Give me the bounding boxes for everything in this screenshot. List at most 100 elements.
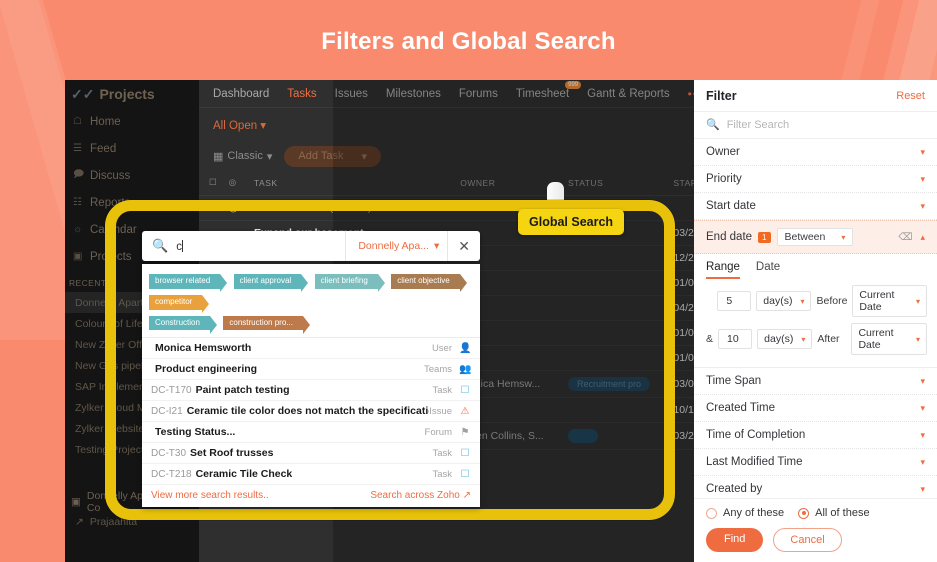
column-status[interactable]: STATUS [568, 170, 673, 196]
text-caret [182, 240, 183, 252]
tab-issues[interactable]: Issues [335, 88, 368, 100]
tab-range[interactable]: Range [706, 261, 740, 279]
result-title: Product engineering [155, 363, 424, 375]
search-result-item[interactable]: DC-T218 Ceramic Tile Check Task ☐ [142, 464, 480, 485]
range-unit-2[interactable]: day(s) ▾ [757, 329, 812, 349]
task-status [568, 271, 673, 296]
view-filter-dropdown[interactable]: All Open ▾ [213, 118, 266, 132]
chevron-down-icon: ▾ [920, 484, 925, 495]
filter-section-label: End date [706, 231, 752, 243]
search-result-item[interactable]: DC-T30 Set Roof trusses Task ☐ [142, 443, 480, 464]
sidebar-item-reports[interactable]: ☷ Reports [65, 189, 199, 216]
brand-label: Projects [99, 86, 154, 102]
filter-section-created-time[interactable]: Created Time ▾ [694, 395, 937, 422]
teams-icon: 👥 [459, 364, 471, 375]
sidebar-item-label: Calendar [90, 224, 137, 236]
sidebar-item-feed[interactable]: ☰ Feed [65, 135, 199, 162]
group-tag: (External) [330, 203, 371, 214]
tab-tasks[interactable]: Tasks [287, 88, 316, 100]
tag-label: client briefing [321, 276, 368, 285]
range-amount-2[interactable]: 10 [718, 329, 752, 349]
search-result-item[interactable]: Product engineering Teams 👥 [142, 359, 480, 380]
result-type: Task [432, 448, 452, 459]
result-id: DC-T30 [151, 448, 186, 459]
tab-date[interactable]: Date [756, 261, 780, 279]
tag-label: Construction [155, 318, 200, 327]
tab-dashboard[interactable]: Dashboard [213, 88, 269, 100]
status-filter-icon[interactable]: ◎ [229, 170, 254, 196]
group-toggle-icon[interactable]: ◎ [229, 196, 254, 221]
tab-gantt-reports[interactable]: Gantt & Reports [587, 88, 669, 100]
filter-section-time-span[interactable]: Time Span ▾ [694, 368, 937, 395]
sidebar-item-discuss[interactable]: 🗩 Discuss [65, 162, 199, 189]
search-result-item[interactable]: DC-I21 Ceramic tile color does not match… [142, 401, 480, 422]
task-status [568, 296, 673, 321]
issue-icon: ⚠ [459, 406, 471, 417]
grid-icon: ▦ [213, 150, 223, 163]
search-across-zoho-link[interactable]: Search across Zoho ↗ [370, 490, 471, 501]
filter-section-label: Created Time [706, 402, 775, 414]
view-more-results-link[interactable]: View more search results.. [151, 490, 269, 501]
filter-section-time-of-completion[interactable]: Time of Completion ▾ [694, 422, 937, 449]
filter-panel-title: Filter [706, 89, 737, 103]
view-mode-dropdown[interactable]: ▦ Classic ▾ [213, 150, 272, 163]
tag-label: client objective [397, 276, 449, 285]
filter-section-label: Start date [706, 200, 756, 212]
cancel-button[interactable]: Cancel [773, 528, 841, 552]
result-type: Task [432, 385, 452, 396]
find-button[interactable]: Find [706, 528, 763, 552]
sidebar-item-label: Home [90, 116, 121, 128]
search-result-item[interactable]: Monica Hemsworth User 👤 [142, 338, 480, 359]
reset-button[interactable]: Reset [896, 90, 925, 102]
tag-label: client approval [240, 276, 292, 285]
range-unit-1[interactable]: day(s) ▾ [756, 291, 811, 311]
result-title: Paint patch testing [196, 384, 433, 396]
filter-section-label: Priority [706, 173, 742, 185]
chevron-up-icon[interactable]: ▴ [920, 232, 925, 243]
sidebar-footer-sub[interactable]: ↗ Prajaahita [65, 512, 199, 532]
range-anchor-1[interactable]: Current Date ▾ [852, 285, 927, 317]
tag-chip[interactable]: construction pro... [223, 316, 303, 331]
task-status [568, 246, 673, 271]
global-search-bar[interactable]: 🔍 c Donnelly Apa... ▾ ✕ [142, 231, 480, 261]
select-all-icon[interactable]: ☐ [199, 170, 229, 196]
search-scope-dropdown[interactable]: Donnelly Apa... ▾ [345, 231, 447, 261]
search-result-item[interactable]: Testing Status... Forum ⚑ [142, 422, 480, 443]
tag-chip[interactable]: client briefing [315, 274, 378, 289]
add-task-button[interactable]: Add Task ▾ [284, 146, 381, 167]
filter-section-owner[interactable]: Owner ▾ [694, 139, 937, 166]
discuss-icon: 🗩 [73, 167, 83, 184]
filter-search-field[interactable]: 🔍 Filter Search [694, 111, 937, 139]
filter-section-label: Owner [706, 146, 740, 158]
result-type: Task [432, 469, 452, 480]
filter-section-priority[interactable]: Priority ▾ [694, 166, 937, 193]
tag-chip[interactable]: browser related [149, 274, 220, 289]
range-line-1: 5 day(s) ▾ Before Current Date ▾ [694, 279, 937, 317]
clear-filter-icon[interactable]: ⌫ [898, 232, 912, 243]
tag-chip[interactable]: client objective [391, 274, 459, 289]
search-result-item[interactable]: DC-T170 Paint patch testing Task ☐ [142, 380, 480, 401]
tab-milestones[interactable]: Milestones [386, 88, 441, 100]
search-across-label: Search across Zoho [370, 490, 460, 501]
tab-forums[interactable]: Forums [459, 88, 498, 100]
filter-section-end-date[interactable]: End date 1 Between ▾ ⌫ ▴ [694, 220, 937, 254]
sidebar-item-home[interactable]: ☖ Home [65, 108, 199, 135]
tag-chip[interactable]: Construction [149, 316, 210, 331]
range-amount-1[interactable]: 5 [717, 291, 751, 311]
result-id: DC-T170 [151, 385, 192, 396]
user-icon: 👤 [459, 343, 471, 354]
filter-section-start-date[interactable]: Start date ▾ [694, 193, 937, 220]
close-icon[interactable]: ✕ [447, 231, 480, 261]
filter-section-last-modified-time[interactable]: Last Modified Time ▾ [694, 449, 937, 476]
tag-chip[interactable]: competitor [149, 295, 202, 310]
global-search-input[interactable]: c [176, 240, 345, 253]
radio-any-of-these[interactable]: Any of these [706, 507, 784, 519]
column-task[interactable]: TASK [254, 170, 460, 196]
tag-chip[interactable]: client approval [234, 274, 302, 289]
task-status [568, 321, 673, 346]
tab-timesheet[interactable]: Timesheet 999 [516, 88, 569, 100]
range-anchor-2[interactable]: Current Date ▾ [851, 323, 927, 355]
end-date-condition-select[interactable]: Between ▾ [777, 228, 854, 246]
result-type: Forum [425, 427, 452, 438]
radio-all-of-these[interactable]: All of these [798, 507, 869, 519]
